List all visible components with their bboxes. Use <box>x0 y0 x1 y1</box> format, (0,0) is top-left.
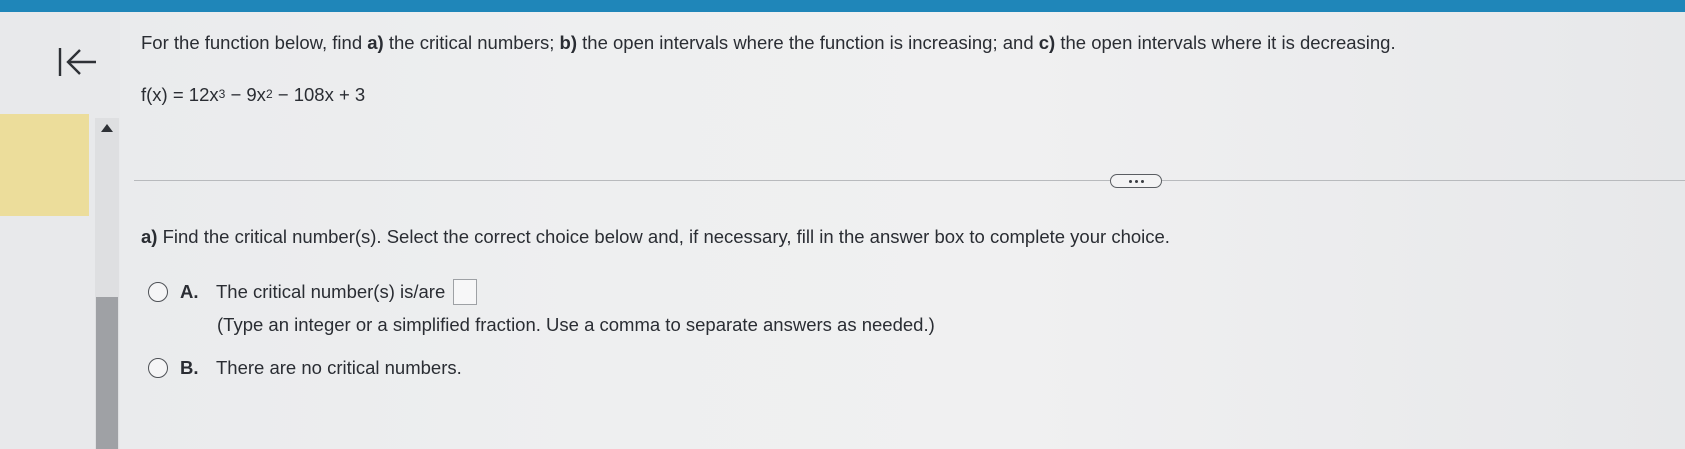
choice-b-radio[interactable] <box>148 358 168 378</box>
intro-text-2: the critical numbers; <box>383 32 560 53</box>
scroll-up-button[interactable] <box>95 118 119 138</box>
triangle-up-icon <box>101 124 113 132</box>
intro-text-1: For the function below, find <box>141 32 368 53</box>
choice-b[interactable]: B. There are no critical numbers. <box>148 357 462 379</box>
choice-a-hint: (Type an integer or a simplified fractio… <box>217 314 935 335</box>
function-expression: f(x) = 12x3 − 9x2 − 108x + 3 <box>141 84 365 106</box>
choice-a-text: The critical number(s) is/are <box>216 281 446 302</box>
function-middle: − 9x <box>225 84 266 105</box>
function-exponent-1: 3 <box>218 87 226 101</box>
choice-a[interactable]: A. The critical number(s) is/are <box>148 279 478 305</box>
more-dots-icon <box>1140 179 1144 183</box>
more-options-button[interactable] <box>1110 174 1162 188</box>
question-highlight-tab[interactable] <box>0 114 89 216</box>
part-a-marker: a) <box>367 32 384 53</box>
intro-text-4: the open intervals where it is decreasin… <box>1055 32 1396 53</box>
part-c-marker: c) <box>1038 32 1056 53</box>
function-prefix: f(x) = 12x <box>141 84 219 105</box>
choice-b-text: There are no critical numbers. <box>216 357 462 378</box>
choice-a-letter: A. <box>180 281 199 302</box>
function-suffix: − 108x + 3 <box>272 84 366 105</box>
intro-text-3: the open intervals where the function is… <box>577 32 1039 53</box>
choice-a-radio[interactable] <box>148 282 168 302</box>
more-dots-icon <box>1128 179 1132 183</box>
part-a-label: a) <box>141 226 158 247</box>
section-divider <box>134 180 1685 181</box>
part-a-prompt-text: Find the critical number(s). Select the … <box>157 226 1170 247</box>
top-accent-bar <box>0 0 1685 12</box>
part-b-marker: b) <box>559 32 577 53</box>
part-a-prompt: a) Find the critical number(s). Select t… <box>141 226 1170 248</box>
collapse-left-button[interactable] <box>56 42 100 82</box>
more-dots-icon <box>1134 179 1138 183</box>
scrollbar-thumb[interactable] <box>96 297 118 449</box>
question-instructions: For the function below, find a) the crit… <box>141 32 1671 54</box>
critical-numbers-answer-box[interactable] <box>453 279 478 305</box>
choice-b-letter: B. <box>180 357 199 378</box>
collapse-left-icon <box>58 48 96 76</box>
function-exponent-2: 2 <box>265 87 273 101</box>
